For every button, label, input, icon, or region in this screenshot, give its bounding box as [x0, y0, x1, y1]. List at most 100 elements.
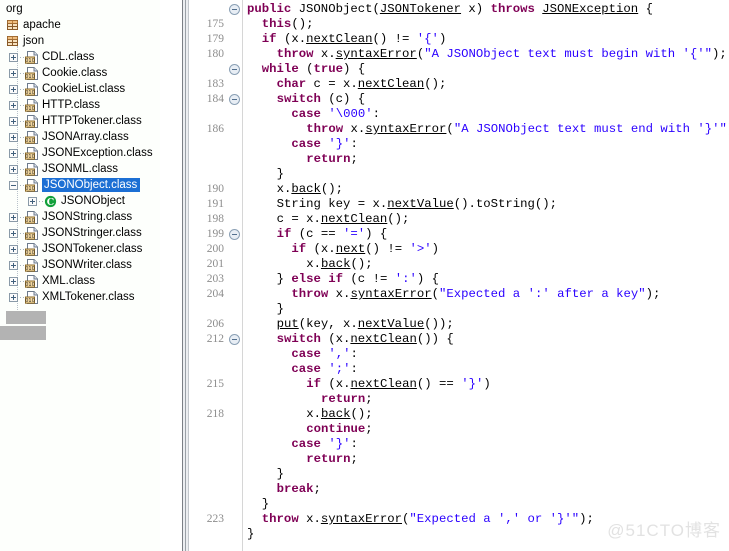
- tree-item-jsonstring-class[interactable]: ·· 010 JSONString.class: [0, 209, 160, 225]
- code-fold-toggle[interactable]: [229, 94, 240, 105]
- code-line[interactable]: throw x.syntaxError("Expected a ',' or '…: [262, 512, 594, 527]
- tree-item-apache[interactable]: apache: [0, 17, 160, 33]
- code-line[interactable]: }: [277, 467, 284, 482]
- ide-window: org apache json ·· 010 CDL.class ·· 010 Cookie.c…: [0, 0, 729, 551]
- tree-item-httptokener-class[interactable]: ·· 010 HTTPTokener.class: [0, 113, 160, 129]
- tree-item-jsonexception-class[interactable]: ·· 010 JSONException.class: [0, 145, 160, 161]
- tree-item-label: Cookie.class: [42, 67, 108, 79]
- expand-icon[interactable]: [9, 148, 18, 158]
- expand-icon[interactable]: [9, 132, 18, 142]
- code-line[interactable]: throw x.syntaxError("Expected a ':' afte…: [291, 287, 660, 302]
- code-line[interactable]: return;: [321, 392, 373, 407]
- code-line[interactable]: c = x.nextClean();: [277, 212, 410, 227]
- class-file-icon: 010: [25, 274, 39, 288]
- tree-item-jsonml-class[interactable]: ·· 010 JSONML.class: [0, 161, 160, 177]
- code-line[interactable]: throw x.syntaxError("A JSONObject text m…: [306, 122, 729, 137]
- tree-item-jsonarray-class[interactable]: ·· 010 JSONArray.class: [0, 129, 160, 145]
- svg-text:010: 010: [25, 154, 35, 160]
- code-line[interactable]: switch (c) {: [277, 92, 366, 107]
- line-number: 206: [206, 318, 224, 330]
- code-line[interactable]: if (x.nextClean() == '}'): [306, 377, 491, 392]
- code-text-area[interactable]: public JSONObject(JSONTokener x) throws …: [243, 0, 729, 551]
- tree-item-jsonwriter-class[interactable]: ·· 010 JSONWriter.class: [0, 257, 160, 273]
- code-line[interactable]: case '\000':: [291, 107, 380, 122]
- code-line[interactable]: x.back();: [306, 257, 372, 272]
- code-line[interactable]: } else if (c != ':') {: [277, 272, 439, 287]
- tree-item-org[interactable]: org: [0, 1, 160, 17]
- line-number: 180: [206, 48, 224, 60]
- collapse-icon[interactable]: [9, 180, 18, 190]
- expand-icon[interactable]: [9, 100, 18, 110]
- panel-splitter[interactable]: [160, 0, 190, 551]
- expand-icon[interactable]: [9, 164, 18, 174]
- code-line[interactable]: case ';':: [291, 362, 357, 377]
- tree-item-cdl-class[interactable]: ·· 010 CDL.class: [0, 49, 160, 65]
- code-line[interactable]: if (x.nextClean() != '{'): [262, 32, 447, 47]
- code-line[interactable]: put(key, x.nextValue());: [277, 317, 454, 332]
- code-line[interactable]: public JSONObject(JSONTokener x) throws …: [247, 2, 653, 17]
- class-file-icon: 010: [25, 178, 39, 192]
- code-line[interactable]: }: [277, 302, 284, 317]
- expand-icon[interactable]: [9, 260, 18, 270]
- code-line[interactable]: this();: [262, 17, 314, 32]
- expand-icon[interactable]: [9, 68, 18, 78]
- code-line[interactable]: String key = x.nextValue().toString();: [277, 197, 557, 212]
- code-line[interactable]: case '}':: [291, 437, 357, 452]
- code-line[interactable]: }: [247, 527, 254, 542]
- expand-icon[interactable]: [9, 276, 18, 286]
- code-line[interactable]: return;: [306, 452, 358, 467]
- tree-item-xmltokener-class[interactable]: ·· 010 XMLTokener.class: [0, 289, 160, 305]
- code-line[interactable]: continue;: [306, 422, 372, 437]
- expand-icon[interactable]: [9, 84, 18, 94]
- tree-item-jsonstringer-class[interactable]: ·· 010 JSONStringer.class: [0, 225, 160, 241]
- code-line[interactable]: return;: [306, 152, 358, 167]
- tree-item-label: org: [6, 3, 23, 15]
- tree-item-cookielist-class[interactable]: ·· 010 CookieList.class: [0, 81, 160, 97]
- expand-icon[interactable]: [9, 244, 18, 254]
- tree-item-json[interactable]: json: [0, 33, 160, 49]
- code-fold-toggle[interactable]: [229, 334, 240, 345]
- code-line[interactable]: x.back();: [306, 407, 372, 422]
- expand-icon[interactable]: [9, 212, 18, 222]
- svg-text:010: 010: [25, 170, 35, 176]
- code-line[interactable]: }: [277, 167, 284, 182]
- expand-icon[interactable]: [9, 52, 18, 62]
- code-fold-toggle[interactable]: [229, 229, 240, 240]
- tree-item-jsonobject-class[interactable]: ·· 010 JSONObject.class: [0, 177, 160, 193]
- watermark-text: @51CTO博客: [607, 521, 721, 540]
- code-line[interactable]: switch (x.nextClean()) {: [277, 332, 454, 347]
- code-line[interactable]: case ',':: [291, 347, 357, 362]
- code-line[interactable]: case '}':: [291, 137, 357, 152]
- code-line[interactable]: }: [262, 497, 269, 512]
- package-explorer-tree[interactable]: org apache json ·· 010 CDL.class ·· 010 Cookie.c…: [0, 0, 160, 551]
- code-line[interactable]: break;: [277, 482, 321, 497]
- svg-text:010: 010: [25, 250, 35, 256]
- code-line[interactable]: char c = x.nextClean();: [277, 77, 447, 92]
- expand-icon[interactable]: [28, 196, 37, 206]
- code-line[interactable]: x.back();: [277, 182, 343, 197]
- tree-item-xml-class[interactable]: ·· 010 XML.class: [0, 273, 160, 289]
- class-file-icon: 010: [25, 210, 39, 224]
- expand-icon[interactable]: [9, 292, 18, 302]
- code-fold-toggle[interactable]: [229, 64, 240, 75]
- svg-text:010: 010: [25, 282, 35, 288]
- tree-item-label: json: [23, 35, 45, 47]
- expand-icon[interactable]: [9, 116, 18, 126]
- line-number: 223: [206, 513, 224, 525]
- expand-icon[interactable]: [9, 228, 18, 238]
- code-line[interactable]: if (c == '=') {: [277, 227, 388, 242]
- code-fold-toggle[interactable]: [229, 4, 240, 15]
- tree-item-jsonobject[interactable]: ·· C JSONObject: [0, 193, 160, 209]
- redacted-block-2: [0, 326, 46, 340]
- tree-item-cookie-class[interactable]: ·· 010 Cookie.class: [0, 65, 160, 81]
- code-line[interactable]: while (true) {: [262, 62, 365, 77]
- line-number: 215: [206, 378, 224, 390]
- line-number: 201: [206, 258, 224, 270]
- svg-text:010: 010: [25, 74, 35, 80]
- tree-item-http-class[interactable]: ·· 010 HTTP.class: [0, 97, 160, 113]
- tree-item-jsontokener-class[interactable]: ·· 010 JSONTokener.class: [0, 241, 160, 257]
- line-number-gutter[interactable]: 175 179 180 183 184 186 190 191 198 199 200 201 203 2…: [190, 0, 243, 551]
- code-editor[interactable]: 175 179 180 183 184 186 190 191 198 199 200 201 203 2…: [190, 0, 729, 551]
- code-line[interactable]: if (x.next() != '>'): [291, 242, 439, 257]
- code-line[interactable]: throw x.syntaxError("A JSONObject text m…: [277, 47, 727, 62]
